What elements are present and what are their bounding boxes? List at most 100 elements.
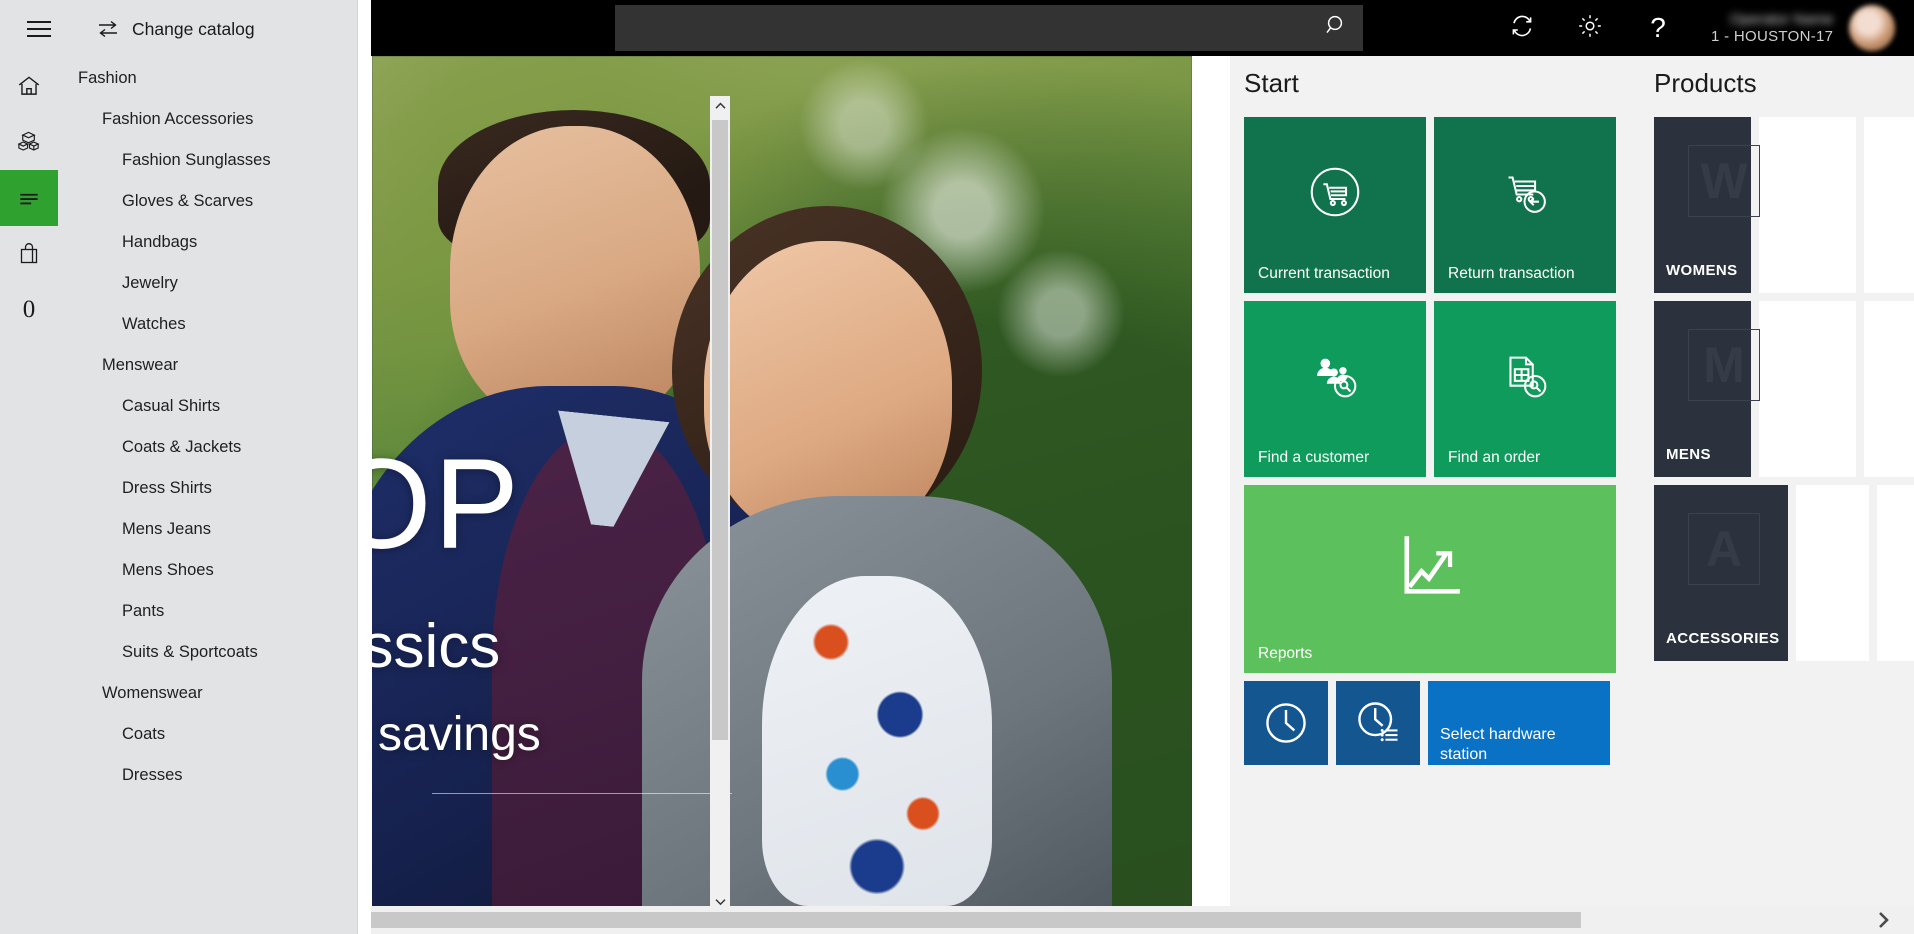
product-tile-accessories[interactable]: A ACCESSORIES [1654, 485, 1788, 661]
product-tile-mens[interactable]: M MENS [1654, 301, 1760, 477]
tile-label: Find an order [1448, 448, 1541, 466]
catalog-item-mens-jeans[interactable]: Mens Jeans [58, 509, 337, 550]
top-app-bar: ? Operator Name 1 - HOUSTON-17 [371, 0, 1914, 56]
catalog-item-coats[interactable]: Coats [58, 714, 337, 755]
products-tile-grid: W WOMENS M MENS A ACCESSORIES [1640, 117, 1914, 661]
scrollbar-thumb[interactable] [712, 120, 728, 740]
tile-time-clock-entries[interactable] [1336, 681, 1420, 765]
product-tile-label: ACCESSORIES [1666, 630, 1780, 647]
swap-arrows-icon [96, 17, 120, 41]
icon-rail: 0 [0, 58, 58, 934]
catalog-list-icon [16, 185, 42, 211]
product-image-placeholder: M [1688, 329, 1760, 401]
refresh-button[interactable] [1505, 11, 1539, 45]
start-tile-grid: Current transaction Return transaction F… [1230, 117, 1640, 765]
scrollbar-track[interactable] [371, 912, 1826, 928]
change-catalog-button[interactable]: Change catalog [96, 17, 255, 41]
search-input[interactable] [615, 19, 1311, 37]
gear-icon [1576, 12, 1604, 45]
product-row-mens: M MENS [1654, 301, 1914, 477]
catalog-item-fashion-sunglasses[interactable]: Fashion Sunglasses [58, 140, 337, 181]
product-image-placeholder: A [1688, 513, 1760, 585]
product-tile-offscreen[interactable] [1864, 117, 1914, 293]
clock-icon [1244, 681, 1328, 765]
user-info[interactable]: Operator Name 1 - HOUSTON-17 [1711, 11, 1833, 46]
help-button[interactable]: ? [1641, 11, 1675, 45]
search-bar[interactable] [615, 5, 1363, 51]
product-tile-blank[interactable] [1795, 485, 1869, 661]
chart-growth-icon [1244, 485, 1616, 647]
order-search-icon [1434, 301, 1616, 451]
store-register-label: 1 - HOUSTON-17 [1711, 28, 1834, 45]
clock-list-icon [1336, 681, 1420, 765]
rail-item-home[interactable] [0, 58, 58, 114]
catalog-item-pants[interactable]: Pants [58, 591, 337, 632]
banner-figure-woman-scarf [762, 576, 992, 906]
catalog-item-gloves-scarves[interactable]: Gloves & Scarves [58, 181, 337, 222]
start-section-title: Start [1244, 68, 1299, 98]
tile-reports[interactable]: Reports [1244, 485, 1616, 673]
tile-return-transaction[interactable]: Return transaction [1434, 117, 1616, 293]
start-panel: Start Current transaction Return transac… [1230, 0, 1640, 934]
tile-current-transaction[interactable]: Current transaction [1244, 117, 1426, 293]
product-tile-label: WOMENS [1666, 262, 1738, 279]
tile-label: Find a customer [1258, 448, 1370, 466]
change-catalog-label: Change catalog [132, 18, 255, 39]
promo-banner-image[interactable]: OP assics e savings [372, 56, 1192, 914]
product-row-womens: W WOMENS [1654, 117, 1914, 293]
catalog-item-casual-shirts[interactable]: Casual Shirts [58, 386, 337, 427]
catalog-group-fashion-accessories[interactable]: Fashion Accessories [58, 99, 337, 140]
hero-vertical-scrollbar[interactable] [710, 96, 730, 912]
product-tile-label: MENS [1666, 446, 1711, 463]
catalog-group-fashion[interactable]: Fashion [58, 58, 337, 99]
products-section-title: Products [1654, 68, 1757, 98]
catalog-sidebar: Change catalog 0 Fashion Fashion Accesso… [0, 0, 358, 934]
scroll-right-button[interactable] [1864, 906, 1904, 934]
customer-search-icon [1244, 301, 1426, 451]
catalog-item-suits-sportcoats[interactable]: Suits & Sportcoats [58, 632, 337, 673]
settings-button[interactable] [1573, 11, 1607, 45]
pos-application: Change catalog 0 Fashion Fashion Accesso… [0, 0, 1914, 934]
catalog-item-coats-jackets[interactable]: Coats & Jackets [58, 427, 337, 468]
tile-label: Reports [1258, 644, 1313, 662]
product-tile-womens[interactable]: W WOMENS [1654, 117, 1760, 293]
catalog-group-menswear[interactable]: Menswear [58, 345, 337, 386]
catalog-item-dresses[interactable]: Dresses [58, 755, 337, 796]
catalog-item-jewelry[interactable]: Jewelry [58, 263, 337, 304]
tile-select-hardware-station[interactable]: Select hardware station [1428, 681, 1610, 765]
rail-item-catalog[interactable] [0, 170, 58, 226]
tile-find-customer[interactable]: Find a customer [1244, 301, 1426, 477]
products-boxes-icon [16, 129, 43, 156]
question-mark-icon: ? [1650, 12, 1666, 43]
tile-label: Return transaction [1448, 264, 1575, 282]
rail-item-products[interactable] [0, 114, 58, 170]
product-tile-blank[interactable] [1759, 301, 1857, 477]
scrollbar-thumb[interactable] [371, 912, 1581, 928]
top-bar-actions: ? [1505, 11, 1675, 45]
product-row-accessories: A ACCESSORIES [1654, 485, 1914, 661]
products-panel: Products W WOMENS M MENS A ACCESSORIES [1640, 0, 1914, 934]
product-tile-offscreen[interactable] [1876, 485, 1914, 661]
rail-item-count[interactable]: 0 [0, 282, 58, 338]
catalog-group-womenswear[interactable]: Womenswear [58, 673, 337, 714]
rail-item-cart[interactable] [0, 226, 58, 282]
catalog-item-handbags[interactable]: Handbags [58, 222, 337, 263]
search-button[interactable] [1311, 5, 1363, 51]
start-tile-row-2: Find a customer Find an order [1244, 301, 1640, 477]
tile-label: Current transaction [1258, 264, 1390, 282]
product-tile-blank[interactable] [1759, 117, 1857, 293]
avatar[interactable] [1849, 5, 1896, 51]
tile-time-clock[interactable] [1244, 681, 1328, 765]
scroll-up-button[interactable] [710, 96, 730, 116]
horizontal-scrollbar[interactable] [371, 906, 1914, 934]
cart-circle-icon [1244, 117, 1426, 267]
product-tile-offscreen[interactable] [1864, 301, 1914, 477]
catalog-list[interactable]: Fashion Fashion Accessories Fashion Sung… [58, 58, 337, 934]
catalog-item-mens-shoes[interactable]: Mens Shoes [58, 550, 337, 591]
tile-find-order[interactable]: Find an order [1434, 301, 1616, 477]
catalog-item-watches[interactable]: Watches [58, 304, 337, 345]
hamburger-menu-icon[interactable] [16, 6, 62, 52]
tile-label: Select hardware station [1440, 726, 1556, 763]
catalog-item-dress-shirts[interactable]: Dress Shirts [58, 468, 337, 509]
zero-count-label: 0 [22, 296, 36, 323]
